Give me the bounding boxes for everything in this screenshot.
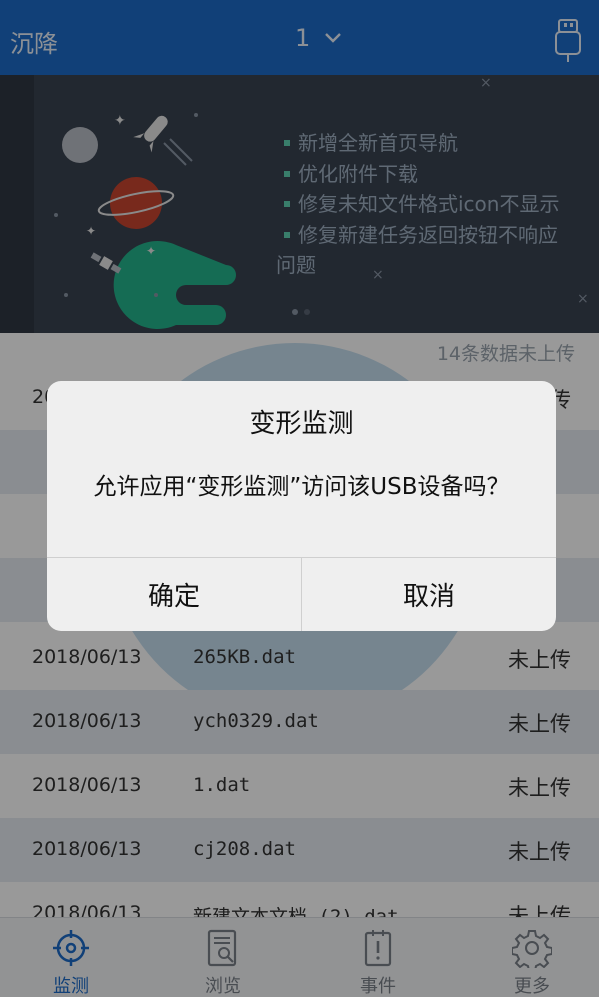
usb-permission-dialog: 变形监测 允许应用“变形监测”访问该USB设备吗？ 确定 取消 (47, 381, 556, 631)
confirm-button[interactable]: 确定 (47, 557, 301, 631)
cancel-button[interactable]: 取消 (302, 557, 556, 631)
dialog-message: 允许应用“变形监测”访问该USB设备吗？ (93, 474, 510, 500)
dialog-title: 变形监测 (249, 409, 354, 439)
